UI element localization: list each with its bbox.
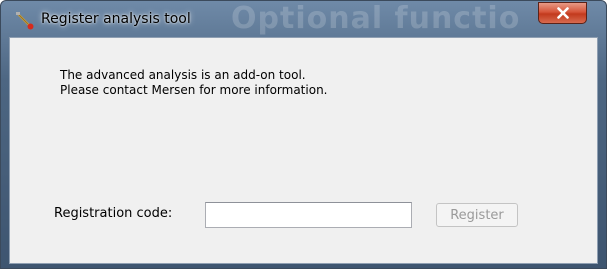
window-title: Register analysis tool: [41, 11, 191, 27]
register-button[interactable]: Register: [436, 203, 518, 227]
dialog-content: The advanced analysis is an add-on tool.…: [9, 37, 598, 264]
info-message-line-1: The advanced analysis is an add-on tool.: [60, 68, 306, 82]
info-message-line-2: Please contact Mersen for more informati…: [60, 83, 328, 97]
registration-code-input[interactable]: [205, 202, 412, 228]
registration-code-label: Registration code:: [54, 206, 173, 221]
wrench-tool-icon: [15, 11, 35, 31]
background-watermark-text: Optional functio: [231, 1, 521, 36]
info-message: The advanced analysis is an add-on tool.…: [60, 68, 328, 98]
register-analysis-dialog: Optional functio Register analysis tool …: [0, 0, 607, 269]
title-bar[interactable]: Optional functio Register analysis tool: [1, 1, 606, 37]
close-button[interactable]: [538, 2, 587, 24]
close-x-icon: [556, 7, 570, 19]
